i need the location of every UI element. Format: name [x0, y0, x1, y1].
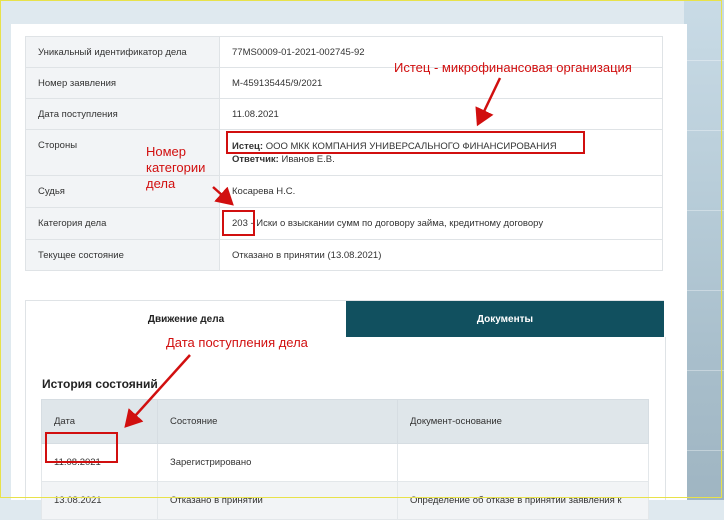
info-key: Номер заявления	[38, 78, 117, 89]
info-key: Дата поступления	[38, 109, 118, 120]
history-title: История состояний	[42, 377, 158, 391]
category-value: 203 - Иски о взыскании сумм по договору …	[232, 208, 662, 229]
history-table: Дата Состояние Документ-основание 11.08.…	[41, 399, 649, 520]
info-key: Категория дела	[38, 218, 107, 229]
history-document	[397, 443, 649, 482]
col-state: Состояние	[157, 399, 398, 444]
movement-panel: История состояний Дата Состояние Докумен…	[25, 337, 666, 520]
info-row-judge: Судья Косарева Н.С.	[25, 175, 663, 208]
plaintiff-highlight-box	[226, 131, 585, 154]
defendant-label: Ответчик:	[232, 154, 279, 165]
history-document: Определение об отказе в принятии заявлен…	[397, 481, 649, 520]
info-row-received: Дата поступления 11.08.2021	[25, 98, 663, 130]
col-document: Документ-основание	[397, 399, 649, 444]
background-panel	[684, 0, 724, 500]
info-value: Косарева Н.С.	[232, 186, 296, 197]
info-value: 77MS0009-01-2021-002745-92	[232, 47, 365, 58]
history-date: 13.08.2021	[41, 481, 158, 520]
info-value: 11.08.2021	[232, 109, 279, 120]
date-annotation: Дата поступления дела	[166, 335, 308, 350]
tab-documents[interactable]: Документы	[346, 301, 664, 337]
table-row: 13.08.2021 Отказано в принятии Определен…	[41, 481, 649, 520]
date-highlight-box	[45, 432, 118, 463]
info-value: Отказано в принятии (13.08.2021)	[232, 250, 382, 261]
plaintiff-annotation: Истец - микрофинансовая организация	[394, 60, 632, 75]
tab-movement[interactable]: Движение дела	[26, 301, 346, 337]
info-row-status: Текущее состояние Отказано в принятии (1…	[25, 239, 663, 271]
history-state: Зарегистрировано	[157, 443, 398, 482]
defendant-name: Иванов Е.В.	[281, 154, 335, 165]
category-text: - Иски о взыскании сумм по договору займ…	[250, 218, 544, 229]
case-tabs: Движение дела Документы	[25, 300, 664, 337]
history-header: Дата Состояние Документ-основание	[41, 399, 649, 444]
category-annotation-line: дела	[146, 176, 176, 191]
category-annotation-line: Номер	[146, 144, 187, 159]
info-row-category: Категория дела 203 - Иски о взыскании су…	[25, 207, 663, 240]
category-code-highlight-box	[222, 210, 255, 236]
info-key: Уникальный идентификатор дела	[38, 47, 187, 58]
case-card: Уникальный идентификатор дела 77MS0009-0…	[11, 24, 687, 520]
table-row: 11.08.2021 Зарегистрировано	[41, 443, 649, 482]
category-annotation-line: категории	[146, 160, 206, 175]
info-key: Текущее состояние	[38, 250, 124, 261]
history-state: Отказано в принятии	[157, 481, 398, 520]
category-annotation: Номер категории дела	[146, 144, 205, 192]
